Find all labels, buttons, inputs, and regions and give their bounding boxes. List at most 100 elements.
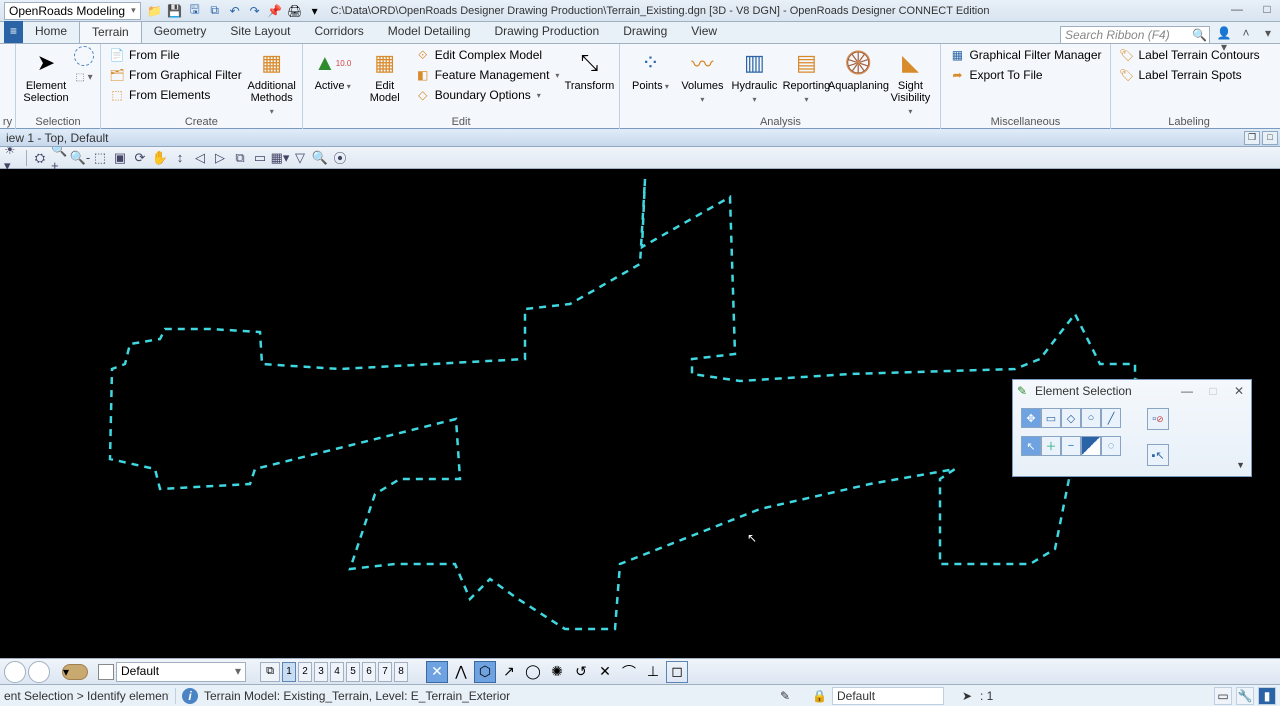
search-ribbon-input[interactable]: Search Ribbon (F4) — [1060, 26, 1210, 44]
accudraw-toggle[interactable]: ✕ — [426, 661, 448, 683]
running-coords-icon[interactable]: ▭ — [1214, 687, 1232, 705]
view-more-icon[interactable]: ⦿ — [331, 149, 349, 167]
view-toggle-8[interactable]: 8 — [394, 662, 408, 682]
tab-corridors[interactable]: Corridors — [302, 21, 375, 43]
zoom-in-icon[interactable]: 🔍+ — [51, 149, 69, 167]
view-next-icon[interactable]: ▷ — [211, 149, 229, 167]
disable-handles-button[interactable]: ▫⊘ — [1147, 408, 1169, 430]
print-icon[interactable]: 🖨 — [287, 3, 303, 19]
workflow-dropdown[interactable]: OpenRoads Modeling — [4, 2, 141, 20]
aquaplaning-button[interactable]: 🛞Aquaplaning — [834, 46, 882, 94]
snap-multi-icon[interactable]: ◻ — [666, 661, 688, 683]
active-button[interactable]: ▲10.0 Active — [309, 46, 357, 95]
method-subtract-button[interactable]: − — [1061, 436, 1081, 456]
snap-midpoint-icon[interactable]: ✕ — [594, 661, 616, 683]
open-icon[interactable]: 📁 — [147, 3, 163, 19]
pin-icon[interactable]: 📌 — [267, 3, 283, 19]
element-selection-button[interactable]: ➤ Element Selection — [22, 46, 70, 106]
tab-home[interactable]: Home — [23, 21, 79, 43]
view-maximize-icon[interactable]: □ — [1262, 131, 1278, 145]
method-add-button[interactable]: ＋ — [1041, 436, 1061, 456]
tab-terrain[interactable]: Terrain — [79, 21, 142, 43]
boundary-options-button[interactable]: ◇Boundary Options — [413, 86, 562, 104]
method-invert-button[interactable] — [1081, 436, 1101, 456]
view-toggle-1[interactable]: 1 — [282, 662, 296, 682]
history-fwd-button[interactable] — [28, 661, 50, 683]
mode-block-button[interactable]: ▭ — [1041, 408, 1061, 428]
save-settings-icon[interactable]: 🖫 — [187, 3, 203, 19]
fence-icon[interactable] — [74, 46, 94, 66]
view-toggle-6[interactable]: 6 — [362, 662, 376, 682]
qat-more-icon[interactable]: ▾ — [307, 3, 323, 19]
zoom-area-icon[interactable]: ⬚ — [91, 149, 109, 167]
level-swatch[interactable] — [98, 664, 114, 680]
snap-tangent-icon[interactable]: ⌒ — [618, 661, 640, 683]
expand-toolsettings-icon[interactable]: ▼ — [1236, 460, 1245, 470]
lock-icon[interactable]: 🔒 — [812, 689, 827, 703]
clear-clip-icon[interactable]: 🔍 — [311, 149, 329, 167]
models-button[interactable]: ⧉ — [260, 662, 280, 682]
feature-management-button[interactable]: ◧Feature Management — [413, 66, 562, 84]
volumes-button[interactable]: 〰Volumes — [678, 46, 726, 108]
zoom-out-icon[interactable]: 🔍- — [71, 149, 89, 167]
view-toggle-7[interactable]: 7 — [378, 662, 392, 682]
sight-visibility-button[interactable]: ◣Sight Visibility — [886, 46, 934, 120]
from-file-button[interactable]: 📄From File — [107, 46, 244, 64]
label-spots-button[interactable]: 🏷Label Terrain Spots — [1117, 66, 1262, 84]
clip-mask-icon[interactable]: ▽ — [291, 149, 309, 167]
adjust-brightness-icon[interactable]: ⛭ — [31, 149, 49, 167]
copy-view-icon[interactable]: ⧉ — [231, 149, 249, 167]
snap-bisector-icon[interactable]: ↺ — [570, 661, 592, 683]
view-restore-icon[interactable]: ❐ — [1244, 131, 1260, 145]
snap-intersection-icon[interactable]: ⬡ — [474, 661, 496, 683]
help-icon[interactable]: ▾ — [1260, 26, 1276, 42]
messages-icon[interactable]: 🔧 — [1236, 687, 1254, 705]
tab-geometry[interactable]: Geometry — [142, 21, 219, 43]
undo-icon[interactable]: ↶ — [227, 3, 243, 19]
minimize-icon[interactable]: — — [1177, 384, 1197, 398]
history-back-button[interactable] — [4, 661, 26, 683]
mode-individual-button[interactable]: ✥ — [1021, 408, 1041, 428]
reporting-button[interactable]: ▤Reporting — [782, 46, 830, 108]
view-toggle-3[interactable]: 3 — [314, 662, 328, 682]
active-level-dropdown[interactable]: Default▾ — [116, 662, 246, 682]
snap-perpendicular-icon[interactable]: ⊥ — [642, 661, 664, 683]
snap-origin-icon[interactable]: ✺ — [546, 661, 568, 683]
element-selection-toolwindow[interactable]: ✎ Element Selection — □ ✕ ✥ ▭ ◇ ○ ╱ ↖ ＋ — [1012, 379, 1252, 477]
selection-more-icon[interactable]: ⬚ ▾ — [75, 72, 92, 83]
phase-icon[interactable]: ▾ — [62, 664, 88, 680]
toolwindow-titlebar[interactable]: ✎ Element Selection — □ ✕ — [1013, 380, 1251, 402]
hydraulic-button[interactable]: ▥Hydraulic — [730, 46, 778, 108]
tab-drawing[interactable]: Drawing — [611, 21, 679, 43]
snap-nearest-icon[interactable]: ↗ — [498, 661, 520, 683]
pan-icon[interactable]: ✋ — [151, 149, 169, 167]
apply-icon[interactable]: ⧉ — [207, 3, 223, 19]
additional-methods-button[interactable]: ▦ Additional Methods — [248, 46, 296, 120]
collapse-ribbon-icon[interactable]: ˄ — [1238, 26, 1254, 42]
edit-model-button[interactable]: ▦ Edit Model — [361, 46, 409, 106]
from-graphical-filter-button[interactable]: 🗂From Graphical Filter — [107, 66, 244, 84]
file-tab[interactable]: ≡ — [4, 21, 23, 43]
minimize-icon[interactable]: — — [1226, 2, 1248, 16]
maximize-icon[interactable]: □ — [1203, 384, 1223, 398]
method-clear-button[interactable]: ◌ — [1101, 436, 1121, 456]
graphical-filter-manager-button[interactable]: ▦Graphical Filter Manager — [947, 46, 1103, 64]
select-all-button[interactable]: ▪↖ — [1147, 444, 1169, 466]
label-contours-button[interactable]: 🏷Label Terrain Contours — [1117, 46, 1262, 64]
active-level-status[interactable]: Default — [832, 687, 944, 705]
close-icon[interactable]: ✕ — [1229, 384, 1249, 398]
points-button[interactable]: ⁘Points — [626, 46, 674, 95]
viewport[interactable]: ↖ ✎ Element Selection — □ ✕ ✥ ▭ ◇ ○ ╱ — [0, 169, 1280, 658]
transform-button[interactable]: ⤡ Transform — [565, 46, 613, 94]
snap-center-icon[interactable]: ◯ — [522, 661, 544, 683]
tab-site-layout[interactable]: Site Layout — [218, 21, 302, 43]
maximize-icon[interactable]: □ — [1256, 2, 1278, 16]
view-toggle-2[interactable]: 2 — [298, 662, 312, 682]
fit-view-icon[interactable]: ▣ — [111, 149, 129, 167]
tab-view[interactable]: View — [679, 21, 729, 43]
from-elements-button[interactable]: ⬚From Elements — [107, 86, 244, 104]
rotate-icon[interactable]: ⟳ — [131, 149, 149, 167]
tab-drawing-production[interactable]: Drawing Production — [483, 21, 612, 43]
mode-circle-button[interactable]: ○ — [1081, 408, 1101, 428]
view-toggle-4[interactable]: 4 — [330, 662, 344, 682]
